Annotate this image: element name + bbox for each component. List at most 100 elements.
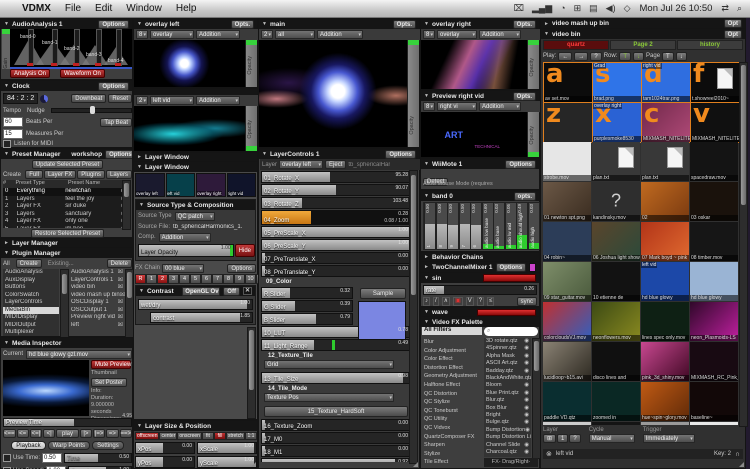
disclosure-triangle-icon[interactable]: ▼ [262,21,267,27]
time-machine-icon[interactable]: ◔ [560,3,565,14]
fx-category-item[interactable]: QC Vidvox [422,424,482,433]
band-slider-5[interactable]: 0.506 [470,202,482,250]
fx-file-item[interactable]: Blur.qtz◉ [484,397,531,404]
layer-select[interactable]: overlay left [279,160,323,169]
control-slider-13_tile_size[interactable]: 13_Tile_Size0.98 [261,372,411,384]
line-icon[interactable]: / [433,297,439,306]
size-button-onscreen[interactable]: onscreen [177,432,202,440]
size-slider-yscale[interactable]: yScale1.00 [197,456,257,468]
disclosure-triangle-icon[interactable]: ► [137,154,142,160]
fx-apply-icon[interactable]: ◉ [524,390,529,397]
plugin-instance-item[interactable]: LayerControls 1☒ [69,277,125,285]
layer-opacity-slider[interactable]: Layer Opacity 1.00 [138,244,234,257]
fx-file-item[interactable]: Bump Distortion◉ [484,427,531,434]
control-slider-17_m0[interactable]: 17_M00.00 [261,432,411,444]
band-slider-8[interactable]: 0.05audio lw mid [505,202,517,250]
video-bin-cell[interactable]: 09 star_guitar.mov [543,262,591,301]
video-bin-cell[interactable]: 06 Joshua light show [592,222,640,261]
plugin-instance-item[interactable]: AudioAnalysis 1☒ [69,269,125,277]
transport-play-button[interactable]: play [56,429,79,438]
plugin-existing-label[interactable]: Existing... [48,261,74,267]
layer-controls-options-button[interactable]: Options [385,150,416,159]
behavior-chains-titlebar[interactable]: ► Behavior Chains [421,253,539,261]
layer-thumbnail[interactable]: overlay right [196,173,226,197]
video-bin-cell[interactable]: spacedraw.mov [690,142,738,181]
size-slider-xpos[interactable]: xPos0.00 [135,442,195,454]
fx-slot-5[interactable]: 5 [190,274,201,284]
left-vid-source-select[interactable]: left vid [150,96,194,105]
nudge-slider[interactable] [51,108,132,113]
preset-row[interactable]: 1Layersfeel the joy◉ [3,196,128,204]
contrast-render-select[interactable]: OpenGL Ov [182,287,220,296]
video-bin-cell[interactable]: 07 Mark boyd ~ pink [641,222,689,261]
source-composition-titlebar[interactable]: ▼ Source Type & Composition [136,200,255,210]
main-preview[interactable] [259,40,408,147]
transport-step-button[interactable]: => [106,429,118,438]
preset-manager-titlebar[interactable]: ▼ Preset Manager workshop Options [1,149,132,159]
video-bin-cell[interactable]: lines spec only.mov [641,302,689,341]
downbeat-button[interactable]: Downbeat [71,94,106,103]
contrast-close-icon[interactable]: ✕ [243,287,252,295]
control-slider-18_m1[interactable]: 18_M10.00 [261,445,411,457]
overlay-left-opts-button[interactable]: Opts. [231,20,254,29]
audio-options-button[interactable]: Options [98,20,129,29]
preview-right-preview[interactable]: ART TECHNICAL [421,112,528,157]
band-slider-9[interactable]: 0.49audio should high [516,202,528,250]
wet-dry-slider[interactable]: wet/dry 1.00 [138,299,253,310]
delete-instance-icon[interactable]: ☒ [118,314,123,322]
band-slider-10[interactable]: 0.03audio high [528,202,540,250]
video-bin-cell[interactable]: pink_3d_shiny.mov [641,342,689,381]
size-button-fit[interactable]: fit [202,432,214,440]
video-bin-cell[interactable]: colorcloudsVJ.mov [543,302,591,341]
disclosure-triangle-icon[interactable]: ▼ [137,164,142,170]
fx-file-item[interactable]: ASCII Art.qtz◉ [484,360,531,367]
cycle-select[interactable]: Manual [589,434,635,443]
audio-analysis-titlebar[interactable]: ▼ AudioAnalysis 1 Options [1,19,132,29]
video-bin-cell[interactable]: hd blue glowy [690,262,738,301]
layer-controls-scrollbar[interactable] [409,170,418,464]
random-icon[interactable]: ? [477,297,484,306]
preset-row[interactable]: 3Layerssanctuary◉ [3,211,128,219]
video-bin-cell[interactable]: aav set.mov [543,62,593,103]
layer-thumbnail[interactable]: overlay left [135,173,165,197]
sample-button[interactable]: Sample [360,288,406,299]
fx-file-item[interactable]: Badday.qtz◉ [484,368,531,375]
size-slider-xscale[interactable]: xScale1.00 [197,442,257,454]
headphones-icon[interactable]: ∩ [735,451,740,458]
note-icon[interactable]: ♪ [423,297,430,306]
band0-opts-button[interactable]: opts. [514,192,536,201]
audio-gain-slider[interactable]: Gain [2,29,10,69]
fx-file-item[interactable]: Bulge.qtz◉ [484,419,531,426]
video-bin-cell[interactable]: ?kandinsky.mov [592,182,640,221]
preview-right-num-select[interactable]: 8 [423,102,435,111]
overlay-left-opacity-slider[interactable]: Opacity [245,40,257,87]
plugin-instance-item[interactable]: video bin☒ [69,284,125,292]
disclosure-triangle-icon[interactable]: ► [544,21,549,27]
video-bin-cell[interactable]: 10 etienne de [592,262,640,301]
layer-controls-titlebar[interactable]: ▼ LayerControls 1 Options [259,149,419,159]
transport-step-button[interactable]: ==> [120,429,133,438]
fx-apply-icon[interactable]: ◉ [524,368,529,375]
disclosure-triangle-icon[interactable]: ► [424,264,429,270]
video-bin-cell[interactable]: dright vidtam1024trar.png [641,62,691,103]
video-bin-cell[interactable] [641,422,689,425]
waveform-on-button[interactable]: Waveform On [60,69,105,78]
overlay-right-preview[interactable] [421,40,528,89]
source-type-select[interactable]: QC patch [175,212,215,221]
clock-titlebar[interactable]: ▼ Clock Options [1,81,132,91]
fx-category-item[interactable]: Blur [422,338,482,347]
control-slider-05_prescale_x[interactable]: 05_PreScale_X1.00 [261,226,411,238]
fx-apply-icon[interactable]: ◉ [524,405,529,412]
bin-scrollbar[interactable] [739,62,748,427]
plugin-type-item[interactable]: Buttons [3,284,59,292]
bin-tab-quartz[interactable]: quartz [543,40,609,50]
bin-layer-button[interactable]: ? [569,434,580,443]
mashup-bin-titlebar[interactable]: ► video mash up bin Opt [541,19,745,28]
media-preview-thumbnail[interactable] [3,360,89,416]
fx-apply-icon[interactable]: ◉ [525,427,530,434]
fx-apply-icon[interactable]: ◉ [524,345,529,352]
wiimote-titlebar[interactable]: ▼ WiiMote 1 Options [421,159,539,169]
resize-handle-icon[interactable] [739,462,744,467]
disclosure-triangle-icon[interactable]: ▼ [424,93,429,99]
update-preset-button[interactable]: Update Selected Preset [32,160,103,169]
